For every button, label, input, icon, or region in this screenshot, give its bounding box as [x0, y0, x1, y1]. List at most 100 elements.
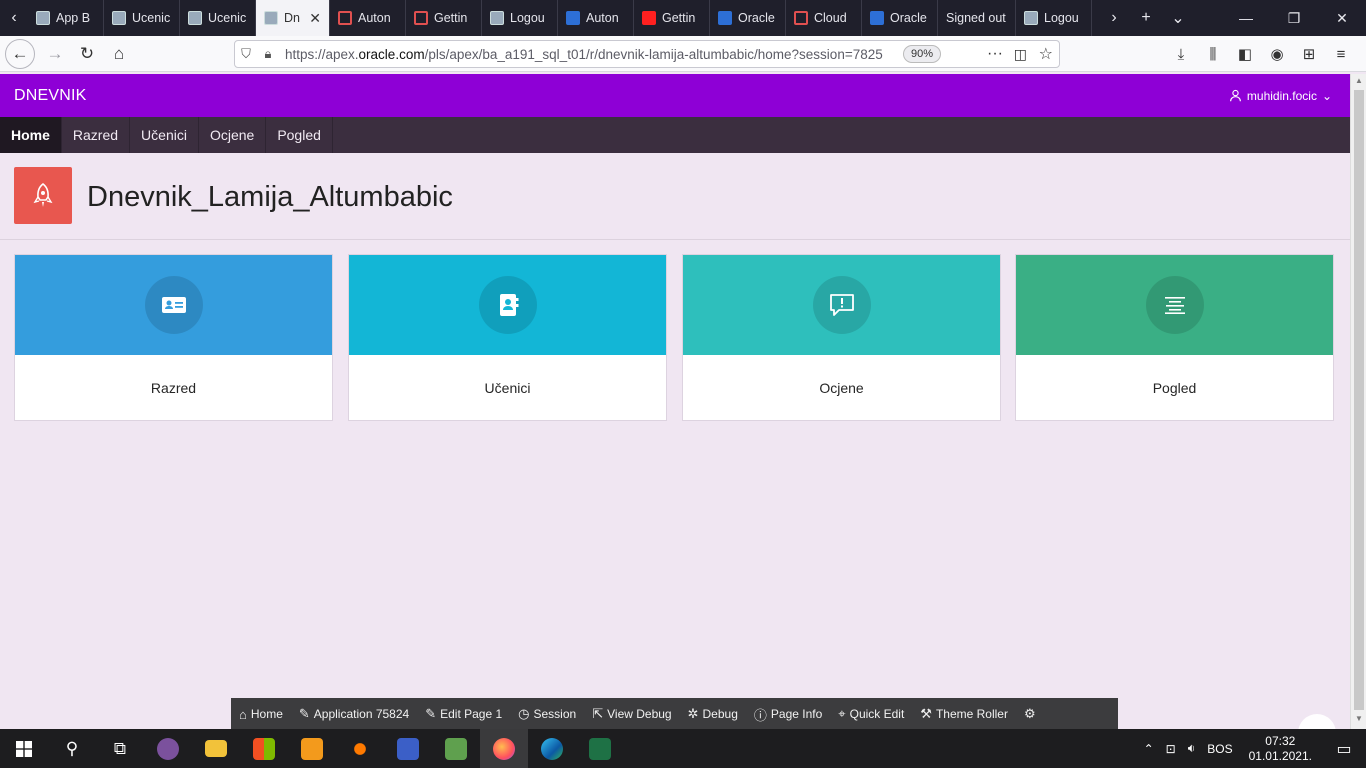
excel-icon	[589, 737, 611, 760]
sidebar-icon[interactable]: ◧	[1229, 40, 1261, 68]
user-menu[interactable]: muhidin.focic ⌄	[1229, 89, 1332, 103]
save-app[interactable]	[384, 729, 432, 768]
align-center-icon	[1164, 297, 1185, 314]
dev-settings-button[interactable]: ⚙	[1016, 698, 1044, 730]
firefox-app[interactable]	[480, 729, 528, 768]
browser-tab[interactable]: Gettin	[634, 0, 710, 36]
dev-home-button[interactable]: ⌂ Home	[231, 698, 291, 730]
card-band	[15, 255, 332, 355]
dev-debug-button[interactable]: ✲ Debug	[680, 698, 746, 730]
browser-tab[interactable]: Logou	[482, 0, 558, 36]
dev-application-button[interactable]: ✎ Application 75824	[291, 698, 417, 730]
volume-icon[interactable]: 🔉︎	[1182, 741, 1202, 756]
browser-tab[interactable]: Cloud	[786, 0, 862, 36]
tray-chevron-up-icon[interactable]: ⌃	[1138, 742, 1160, 756]
user-name: muhidin.focic	[1246, 88, 1317, 103]
apex-icon	[1024, 11, 1038, 25]
list-tabs-chevron-icon[interactable]: ⌄	[1162, 8, 1194, 28]
network-tray-icon[interactable]: ⊡	[1160, 742, 1182, 756]
clock[interactable]: 07:32 01.01.2021.	[1239, 734, 1322, 764]
shield-icon[interactable]: ⛉	[235, 46, 257, 62]
menu-hamburger-icon[interactable]: ≡	[1325, 40, 1357, 68]
card-pogled[interactable]: Pogled	[1015, 254, 1334, 421]
back-arrow-icon[interactable]: ←	[5, 38, 35, 69]
extensions-icon[interactable]: ⊞	[1293, 40, 1325, 68]
url-bar[interactable]: ⛉ 🔒︎ https://apex.oracle.com/pls/apex/ba…	[234, 40, 1060, 68]
menu-item-ocjene[interactable]: Ocjene	[199, 117, 267, 153]
tab-scroll-left-icon[interactable]: ‹	[0, 0, 28, 36]
excel-app[interactable]	[576, 729, 624, 768]
dev-view-debug-button[interactable]: ⇱ View Debug	[584, 698, 679, 730]
browser-tab[interactable]: Ucenic	[180, 0, 256, 36]
new-tab-icon[interactable]: +	[1130, 9, 1162, 27]
card-band	[683, 255, 1000, 355]
edge-app[interactable]	[528, 729, 576, 768]
system-tray: ⌃ ⊡ 🔉︎ BOS 07:32 01.01.2021. ▭	[1138, 729, 1366, 768]
dev-session-button[interactable]: ◷ Session	[510, 698, 584, 730]
orange-app[interactable]	[336, 729, 384, 768]
browser-tab[interactable]: Auton	[330, 0, 406, 36]
zoom-level-badge[interactable]: 90%	[903, 45, 942, 63]
viber-app[interactable]	[144, 729, 192, 768]
browser-tab[interactable]: Signed out	[938, 0, 1016, 36]
dev-theme-roller-button[interactable]: ⚒ Theme Roller	[912, 698, 1016, 730]
card-icon-disc	[1145, 276, 1204, 334]
card-band	[1016, 255, 1333, 355]
apex-icon	[264, 11, 278, 25]
reload-icon[interactable]: ↻	[71, 38, 103, 70]
input-language[interactable]: BOS	[1201, 742, 1238, 756]
scroll-down-arrow-icon[interactable]: ▼	[1351, 714, 1366, 723]
file-explorer-app[interactable]	[192, 729, 240, 768]
notification-icon[interactable]: ▭	[1322, 739, 1366, 759]
restore-icon[interactable]: ❐	[1270, 10, 1318, 27]
url-text[interactable]: https://apex.oracle.com/pls/apex/ba_a191…	[285, 47, 895, 62]
oracle-ring-icon	[794, 11, 808, 25]
dev-page-info-button[interactable]: ⓘ Page Info	[746, 698, 830, 730]
card-label: Ocjene	[819, 380, 864, 396]
browser-tab[interactable]: Logou	[1016, 0, 1092, 36]
menu-item-pogled[interactable]: Pogled	[266, 117, 333, 153]
task-view-icon[interactable]: ⧉	[96, 729, 144, 768]
browser-tab[interactable]: Ucenic	[104, 0, 180, 36]
account-icon[interactable]: ◉	[1261, 40, 1293, 68]
scrollbar-thumb[interactable]	[1354, 90, 1364, 710]
vertical-scrollbar[interactable]: ▲ ▼	[1350, 74, 1366, 729]
firefox-icon	[493, 737, 515, 760]
dev-quick-edit-button[interactable]: ⌖ Quick Edit	[830, 698, 912, 730]
scroll-up-arrow-icon[interactable]: ▲	[1351, 76, 1366, 85]
edge-icon	[541, 737, 563, 760]
browser-tab[interactable]: Auton	[558, 0, 634, 36]
close-window-icon[interactable]: ✕	[1318, 10, 1366, 27]
network-app[interactable]	[432, 729, 480, 768]
browser-tab[interactable]: Oracle	[862, 0, 938, 36]
downloads-icon[interactable]: ⤓	[1165, 40, 1197, 68]
browser-tab[interactable]: App B	[28, 0, 104, 36]
more-actions-icon[interactable]: ···	[987, 45, 1003, 63]
browser-tab-active[interactable]: Dn ✕	[256, 0, 330, 36]
menu-item-ucenici[interactable]: Učenici	[130, 117, 199, 153]
home-icon: ⌂	[239, 706, 247, 722]
home-icon[interactable]: ⌂	[103, 38, 135, 70]
card-icon-disc	[478, 276, 537, 334]
start-button[interactable]	[0, 729, 48, 768]
card-ocjene[interactable]: Ocjene	[682, 254, 1001, 421]
lock-icon[interactable]: 🔒︎	[257, 46, 279, 62]
menu-item-razred[interactable]: Razred	[62, 117, 131, 153]
menu-item-home[interactable]: Home	[0, 117, 62, 153]
minimize-icon[interactable]: —	[1222, 10, 1270, 27]
card-ucenici[interactable]: Učenici	[348, 254, 667, 421]
app-brand[interactable]: DNEVNIK	[14, 87, 87, 105]
pocket-icon[interactable]: ◫	[1014, 46, 1027, 63]
library-icon[interactable]: ⫼	[1197, 40, 1229, 68]
close-tab-icon[interactable]: ✕	[309, 10, 321, 27]
search-icon[interactable]: ⚲	[48, 729, 96, 768]
browser-tab[interactable]: Gettin	[406, 0, 482, 36]
bookmark-star-icon[interactable]: ☆	[1039, 44, 1053, 64]
browser-tab[interactable]: Oracle	[710, 0, 786, 36]
tab-scroll-right-icon[interactable]: ›	[1098, 9, 1130, 27]
dev-edit-page-button[interactable]: ✎ Edit Page 1	[417, 698, 510, 730]
store-app[interactable]	[240, 729, 288, 768]
card-razred[interactable]: Razred	[14, 254, 333, 421]
forward-arrow-icon[interactable]: →	[39, 38, 71, 70]
media-player-app[interactable]	[288, 729, 336, 768]
